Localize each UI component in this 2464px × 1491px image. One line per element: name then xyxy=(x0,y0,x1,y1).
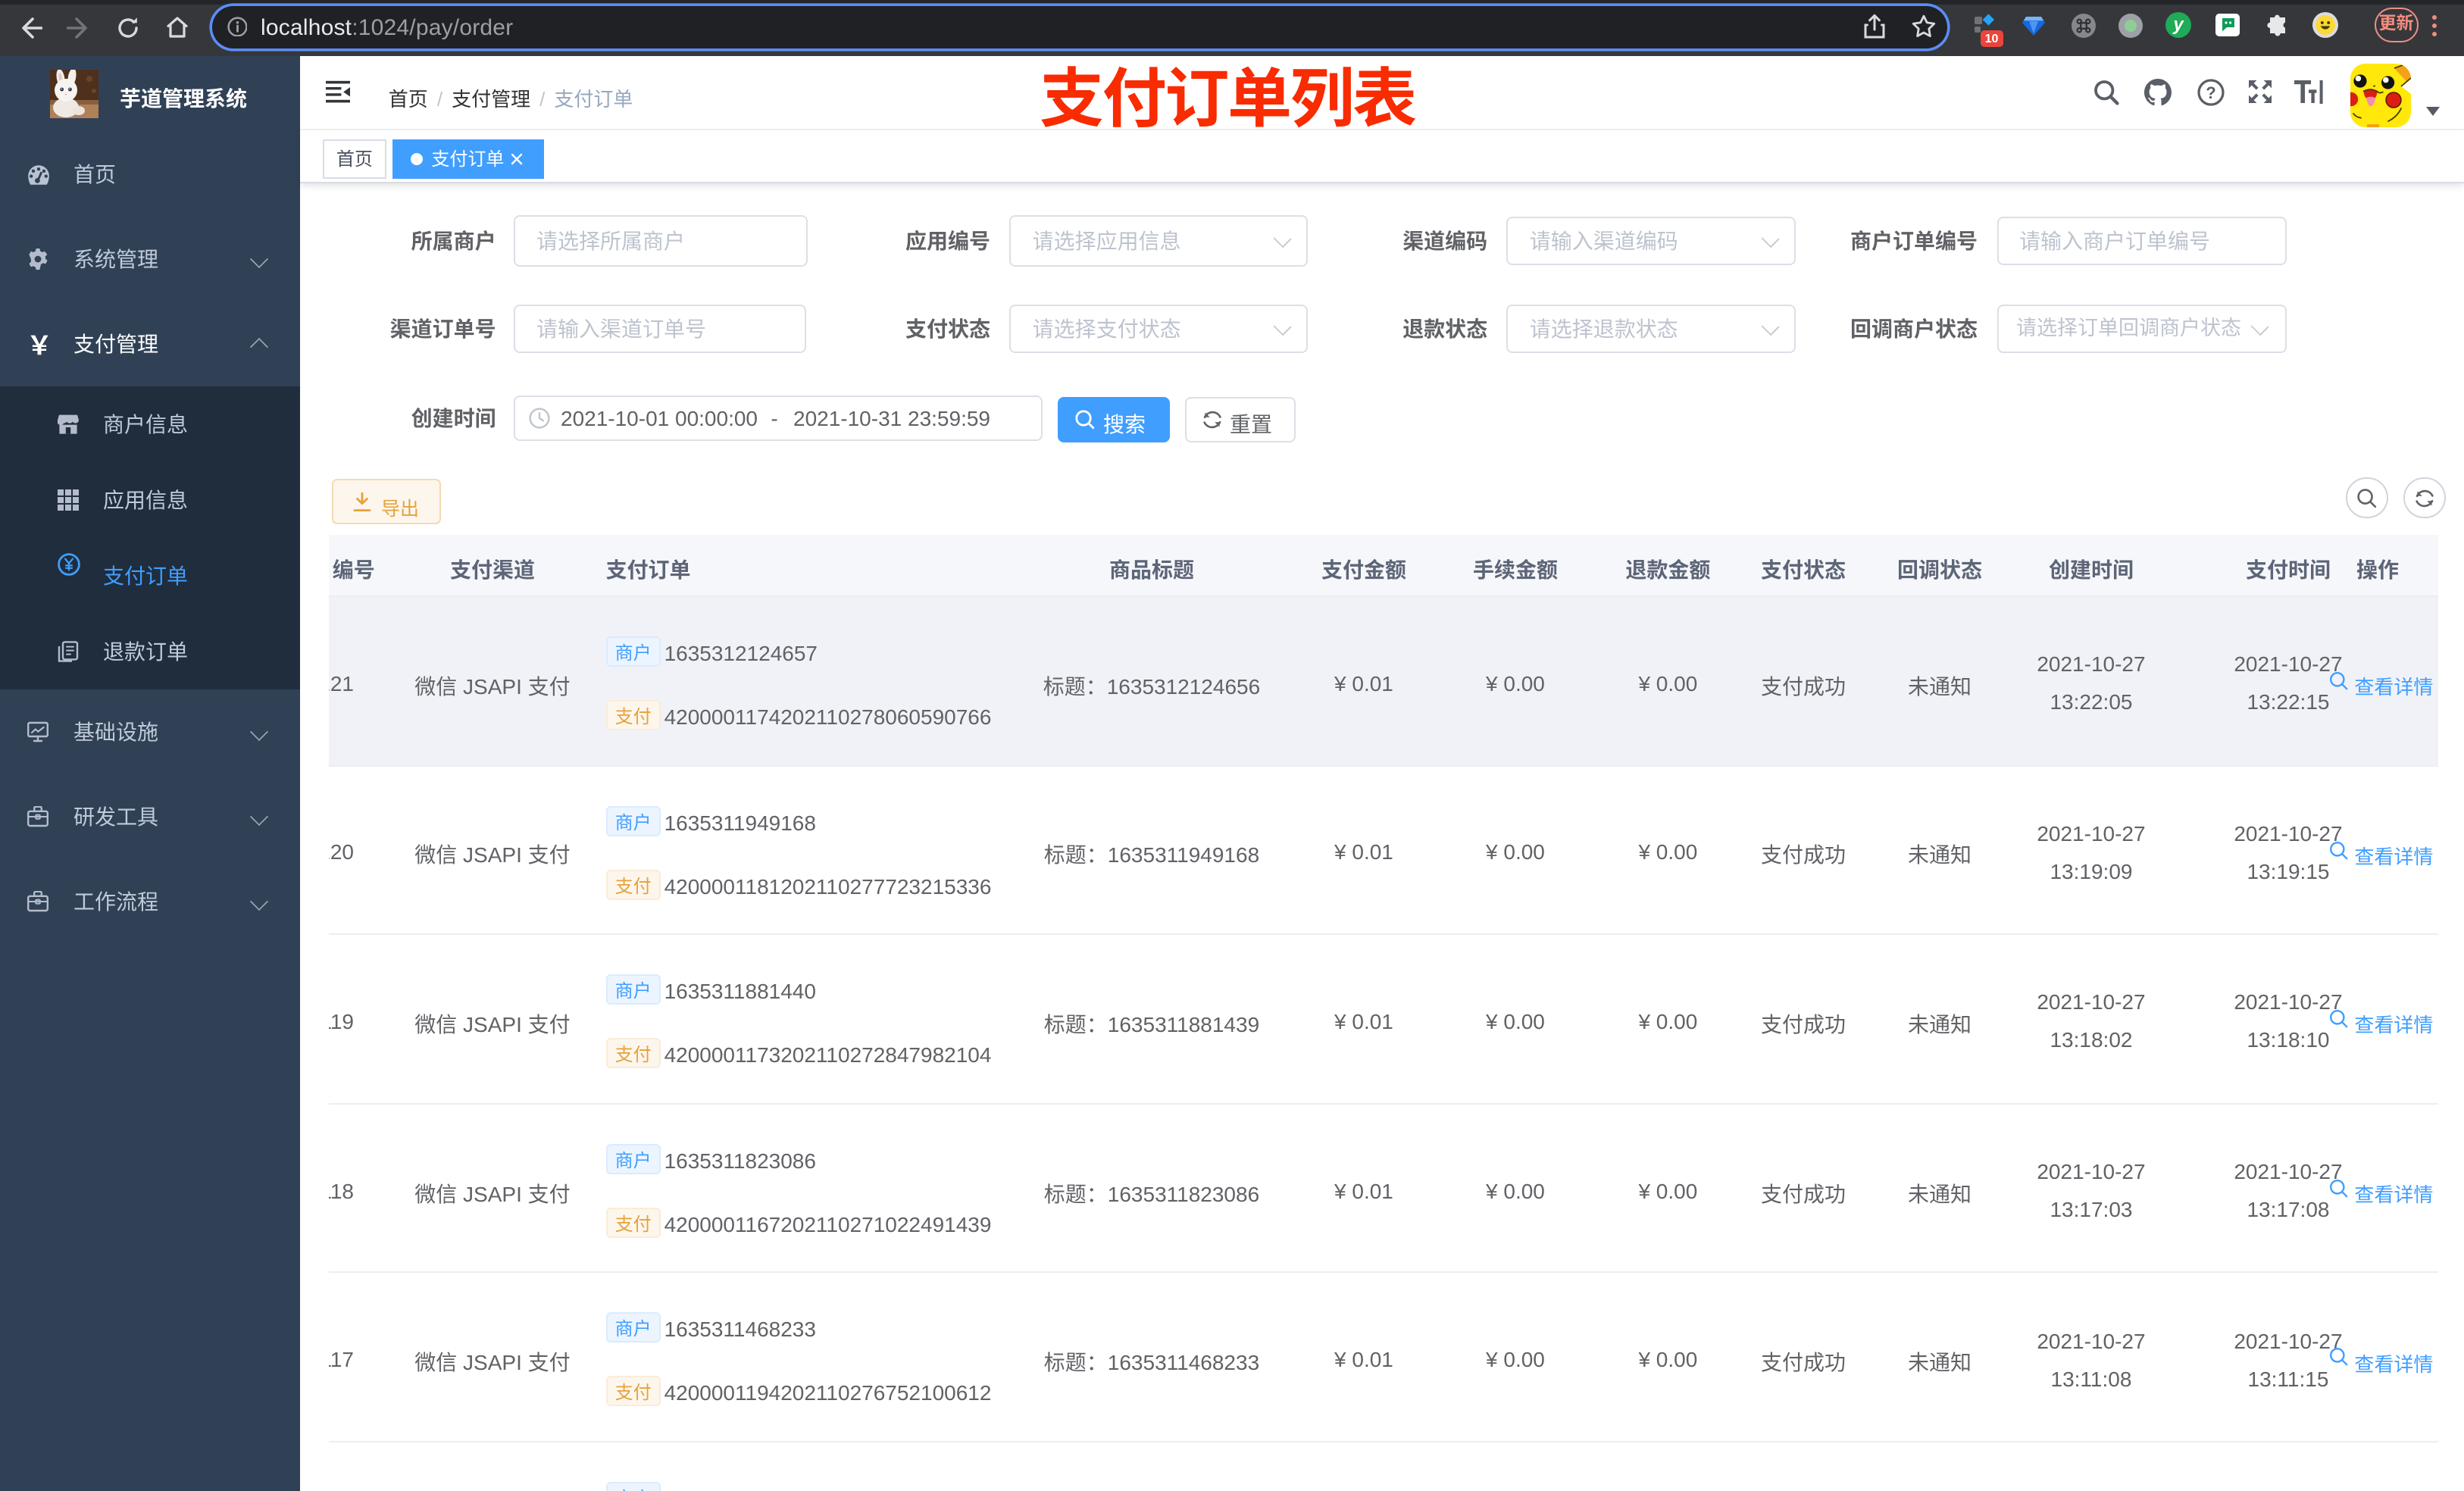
svg-text:?: ? xyxy=(2206,83,2215,102)
